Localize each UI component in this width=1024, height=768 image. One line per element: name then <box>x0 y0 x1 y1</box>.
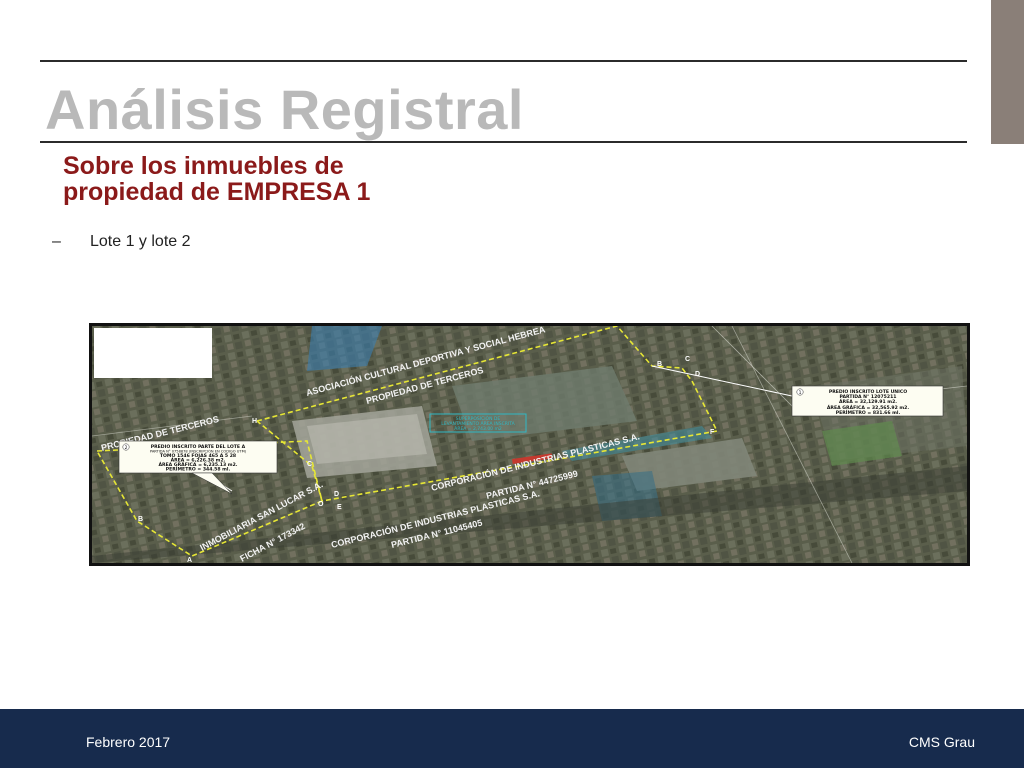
callout-line: PARTIDA N° 0758878 (INSCRIPCIÓN EN CODIG… <box>150 449 247 454</box>
vertex-label: D <box>695 371 700 378</box>
vertex-label: C <box>307 461 312 468</box>
callout-line: ÁREA = 32,129.91 m2. <box>839 398 897 405</box>
slide-subtitle: Sobre los inmuebles de propiedad de EMPR… <box>63 152 371 206</box>
map-corner-blank <box>94 328 212 378</box>
bullet-marker: – <box>52 233 61 250</box>
vertex-label: F <box>710 429 715 436</box>
callout-lote-unico: 1 PREDIO INSCRITO LOTE UNICO PARTIDA N° … <box>791 385 944 417</box>
vertex-label: D <box>334 491 339 498</box>
vertex-label: O <box>318 501 324 508</box>
header-rule-bottom <box>40 141 967 143</box>
footer-date: Febrero 2017 <box>86 734 171 750</box>
corner-accent-bar <box>991 0 1024 144</box>
footer-brand: CMS Grau <box>908 734 975 750</box>
footer-bar: Febrero 2017 CMS Grau <box>0 709 1024 768</box>
slide-title: Análisis Registral <box>45 78 524 141</box>
site-plan-image: SUPERPOSICIÓN DE LEVANTAMIENTO ÁREA INSC… <box>89 323 970 566</box>
callout-line: ÁREA GRÁFICA = 32,565.92 m2. <box>827 404 910 411</box>
overlay-line-1: SUPERPOSICIÓN DE <box>456 415 501 422</box>
overlay-line-3: ÁREA = 2,743.00 m2 <box>454 425 502 432</box>
vertex-label: A <box>187 557 192 563</box>
vertex-label: E <box>337 504 342 511</box>
vertex-label: C <box>685 356 690 363</box>
vertex-label: H <box>252 418 257 425</box>
callout-number: 1 <box>799 390 802 396</box>
bullet-text: Lote 1 y lote 2 <box>90 233 191 250</box>
bullet-item: – Lote 1 y lote 2 <box>52 233 191 251</box>
aerial-map-svg: SUPERPOSICIÓN DE LEVANTAMIENTO ÁREA INSC… <box>92 326 967 563</box>
header-rule-top <box>40 60 967 62</box>
vertex-label: B <box>138 516 143 523</box>
vertex-label: B <box>657 361 662 368</box>
callout-number: 2 <box>125 445 128 451</box>
overlay-line-2: LEVANTAMIENTO ÁREA INSCRITA <box>441 420 515 427</box>
